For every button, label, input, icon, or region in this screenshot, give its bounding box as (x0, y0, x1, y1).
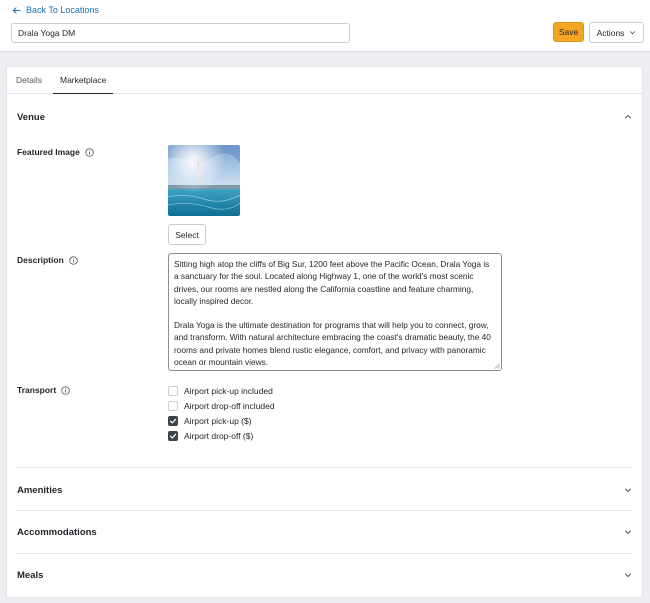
transport-option-dropoff-paid[interactable]: Airport drop-off ($) (168, 430, 253, 442)
meals-section-header[interactable]: Meals (17, 567, 632, 583)
amenities-section-header[interactable]: Amenities (17, 482, 632, 498)
back-link-label: Back To Locations (26, 5, 99, 15)
info-icon[interactable] (85, 147, 94, 157)
info-icon[interactable] (69, 255, 78, 265)
location-panel: Details Marketplace Venue Featured Image (6, 66, 643, 598)
section-divider (17, 467, 632, 468)
tab-marketplace[interactable]: Marketplace (53, 67, 114, 94)
description-paragraph-1: Sitting high atop the cliffs of Big Sur,… (174, 259, 490, 306)
yoga-photo (168, 145, 240, 216)
transport-label: Transport (17, 385, 70, 395)
tab-bar: Details Marketplace (7, 67, 642, 94)
actions-dropdown-button[interactable]: Actions (589, 22, 644, 43)
accommodations-title: Accommodations (17, 526, 97, 538)
meals-title: Meals (17, 569, 44, 581)
back-to-locations-link[interactable]: Back To Locations (12, 5, 99, 15)
chevron-down-icon (625, 530, 631, 535)
arrow-left-icon (12, 6, 21, 14)
chevron-down-icon (630, 31, 636, 35)
transport-option-dropoff-included[interactable]: Airport drop-off included (168, 400, 275, 412)
checkbox-checked[interactable] (168, 416, 178, 426)
info-icon[interactable] (61, 385, 70, 395)
transport-option-pickup-paid[interactable]: Airport pick-up ($) (168, 415, 252, 427)
chevron-down-icon (625, 573, 631, 578)
checkbox[interactable] (168, 401, 178, 411)
chevron-down-icon (625, 488, 631, 493)
venue-title: Venue (17, 111, 45, 123)
description-textarea[interactable]: Sitting high atop the cliffs of Big Sur,… (168, 253, 502, 371)
amenities-title: Amenities (17, 484, 63, 496)
checkmark-icon (169, 433, 177, 439)
featured-image-thumbnail (168, 145, 240, 216)
checkmark-icon (169, 418, 177, 424)
featured-image-label: Featured Image (17, 147, 94, 157)
resize-grip-icon[interactable] (494, 363, 500, 369)
section-divider (17, 553, 632, 554)
description-paragraph-2: Drala Yoga is the ultimate destination f… (174, 320, 491, 368)
select-image-button[interactable]: Select (168, 224, 206, 245)
checkbox[interactable] (168, 386, 178, 396)
transport-option-pickup-included[interactable]: Airport pick-up included (168, 385, 273, 397)
top-bar: Back To Locations Save Actions (0, 0, 650, 52)
section-divider (17, 510, 632, 511)
venue-section-header[interactable]: Venue (17, 109, 632, 125)
save-button[interactable]: Save (553, 22, 584, 42)
actions-label: Actions (596, 27, 625, 38)
tab-details[interactable]: Details (9, 67, 49, 94)
accommodations-section-header[interactable]: Accommodations (17, 524, 632, 540)
location-name-input[interactable] (11, 23, 350, 43)
description-label: Description (17, 255, 78, 265)
checkbox-checked[interactable] (168, 431, 178, 441)
chevron-up-icon (625, 114, 631, 119)
